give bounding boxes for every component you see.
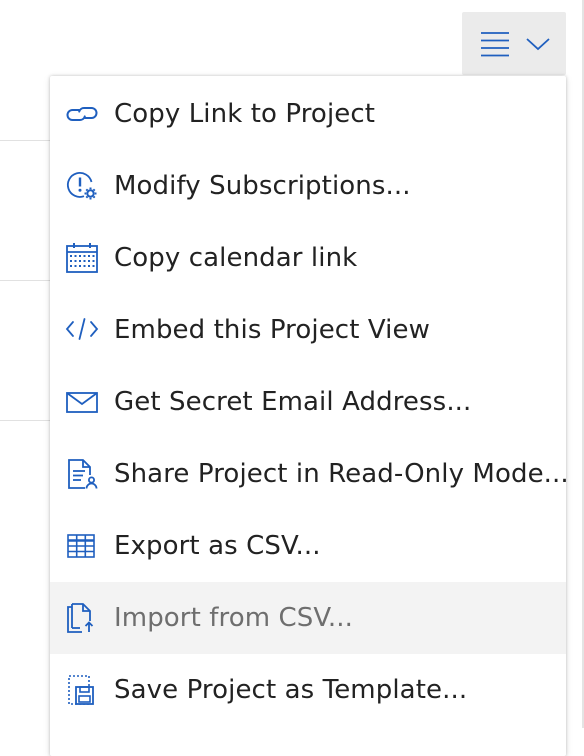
menu-item-share-read-only[interactable]: Share Project in Read-Only Mode... [50,438,569,510]
menu-item-label: Import from CSV... [114,603,354,633]
menu-item-label: Get Secret Email Address... [114,387,472,417]
menu-item-label: Save Project as Template... [114,675,468,705]
project-actions-dropdown: Copy Link to Project Modify Subscription… [50,76,569,756]
share-document-icon [68,459,98,489]
chevron-down-icon [526,38,550,51]
envelope-icon [66,392,98,413]
code-icon [65,318,99,340]
menu-item-label: Embed this Project View [114,315,430,345]
menu-item-modify-subscriptions[interactable]: Modify Subscriptions... [50,150,566,222]
calendar-icon [66,243,98,273]
menu-item-label: Copy Link to Project [114,99,376,129]
menu-item-label: Copy calendar link [114,243,358,273]
subscription-gear-icon [67,172,97,200]
save-template-icon [68,675,94,705]
menu-item-label: Share Project in Read-Only Mode... [114,459,569,489]
menu-item-embed-project-view[interactable]: Embed this Project View [50,294,566,366]
menu-item-label: Modify Subscriptions... [114,171,411,201]
link-icon [66,107,98,121]
menu-item-save-as-template[interactable]: Save Project as Template... [50,654,566,726]
background-row-divider [0,140,52,141]
menu-item-import-csv[interactable]: Import from CSV... [50,582,566,654]
background-row-divider [0,280,52,281]
menu-item-label: Export as CSV... [114,531,321,561]
menu-item-copy-link[interactable]: Copy Link to Project [50,78,566,150]
background-row-divider [0,420,52,421]
hamburger-icon [481,32,509,57]
menu-item-get-secret-email[interactable]: Get Secret Email Address... [50,366,566,438]
table-grid-icon [67,534,95,558]
project-menu-button[interactable] [462,12,566,75]
menu-item-copy-calendar-link[interactable]: Copy calendar link [50,222,566,294]
import-document-icon [67,603,94,633]
menu-item-export-csv[interactable]: Export as CSV... [50,510,566,582]
